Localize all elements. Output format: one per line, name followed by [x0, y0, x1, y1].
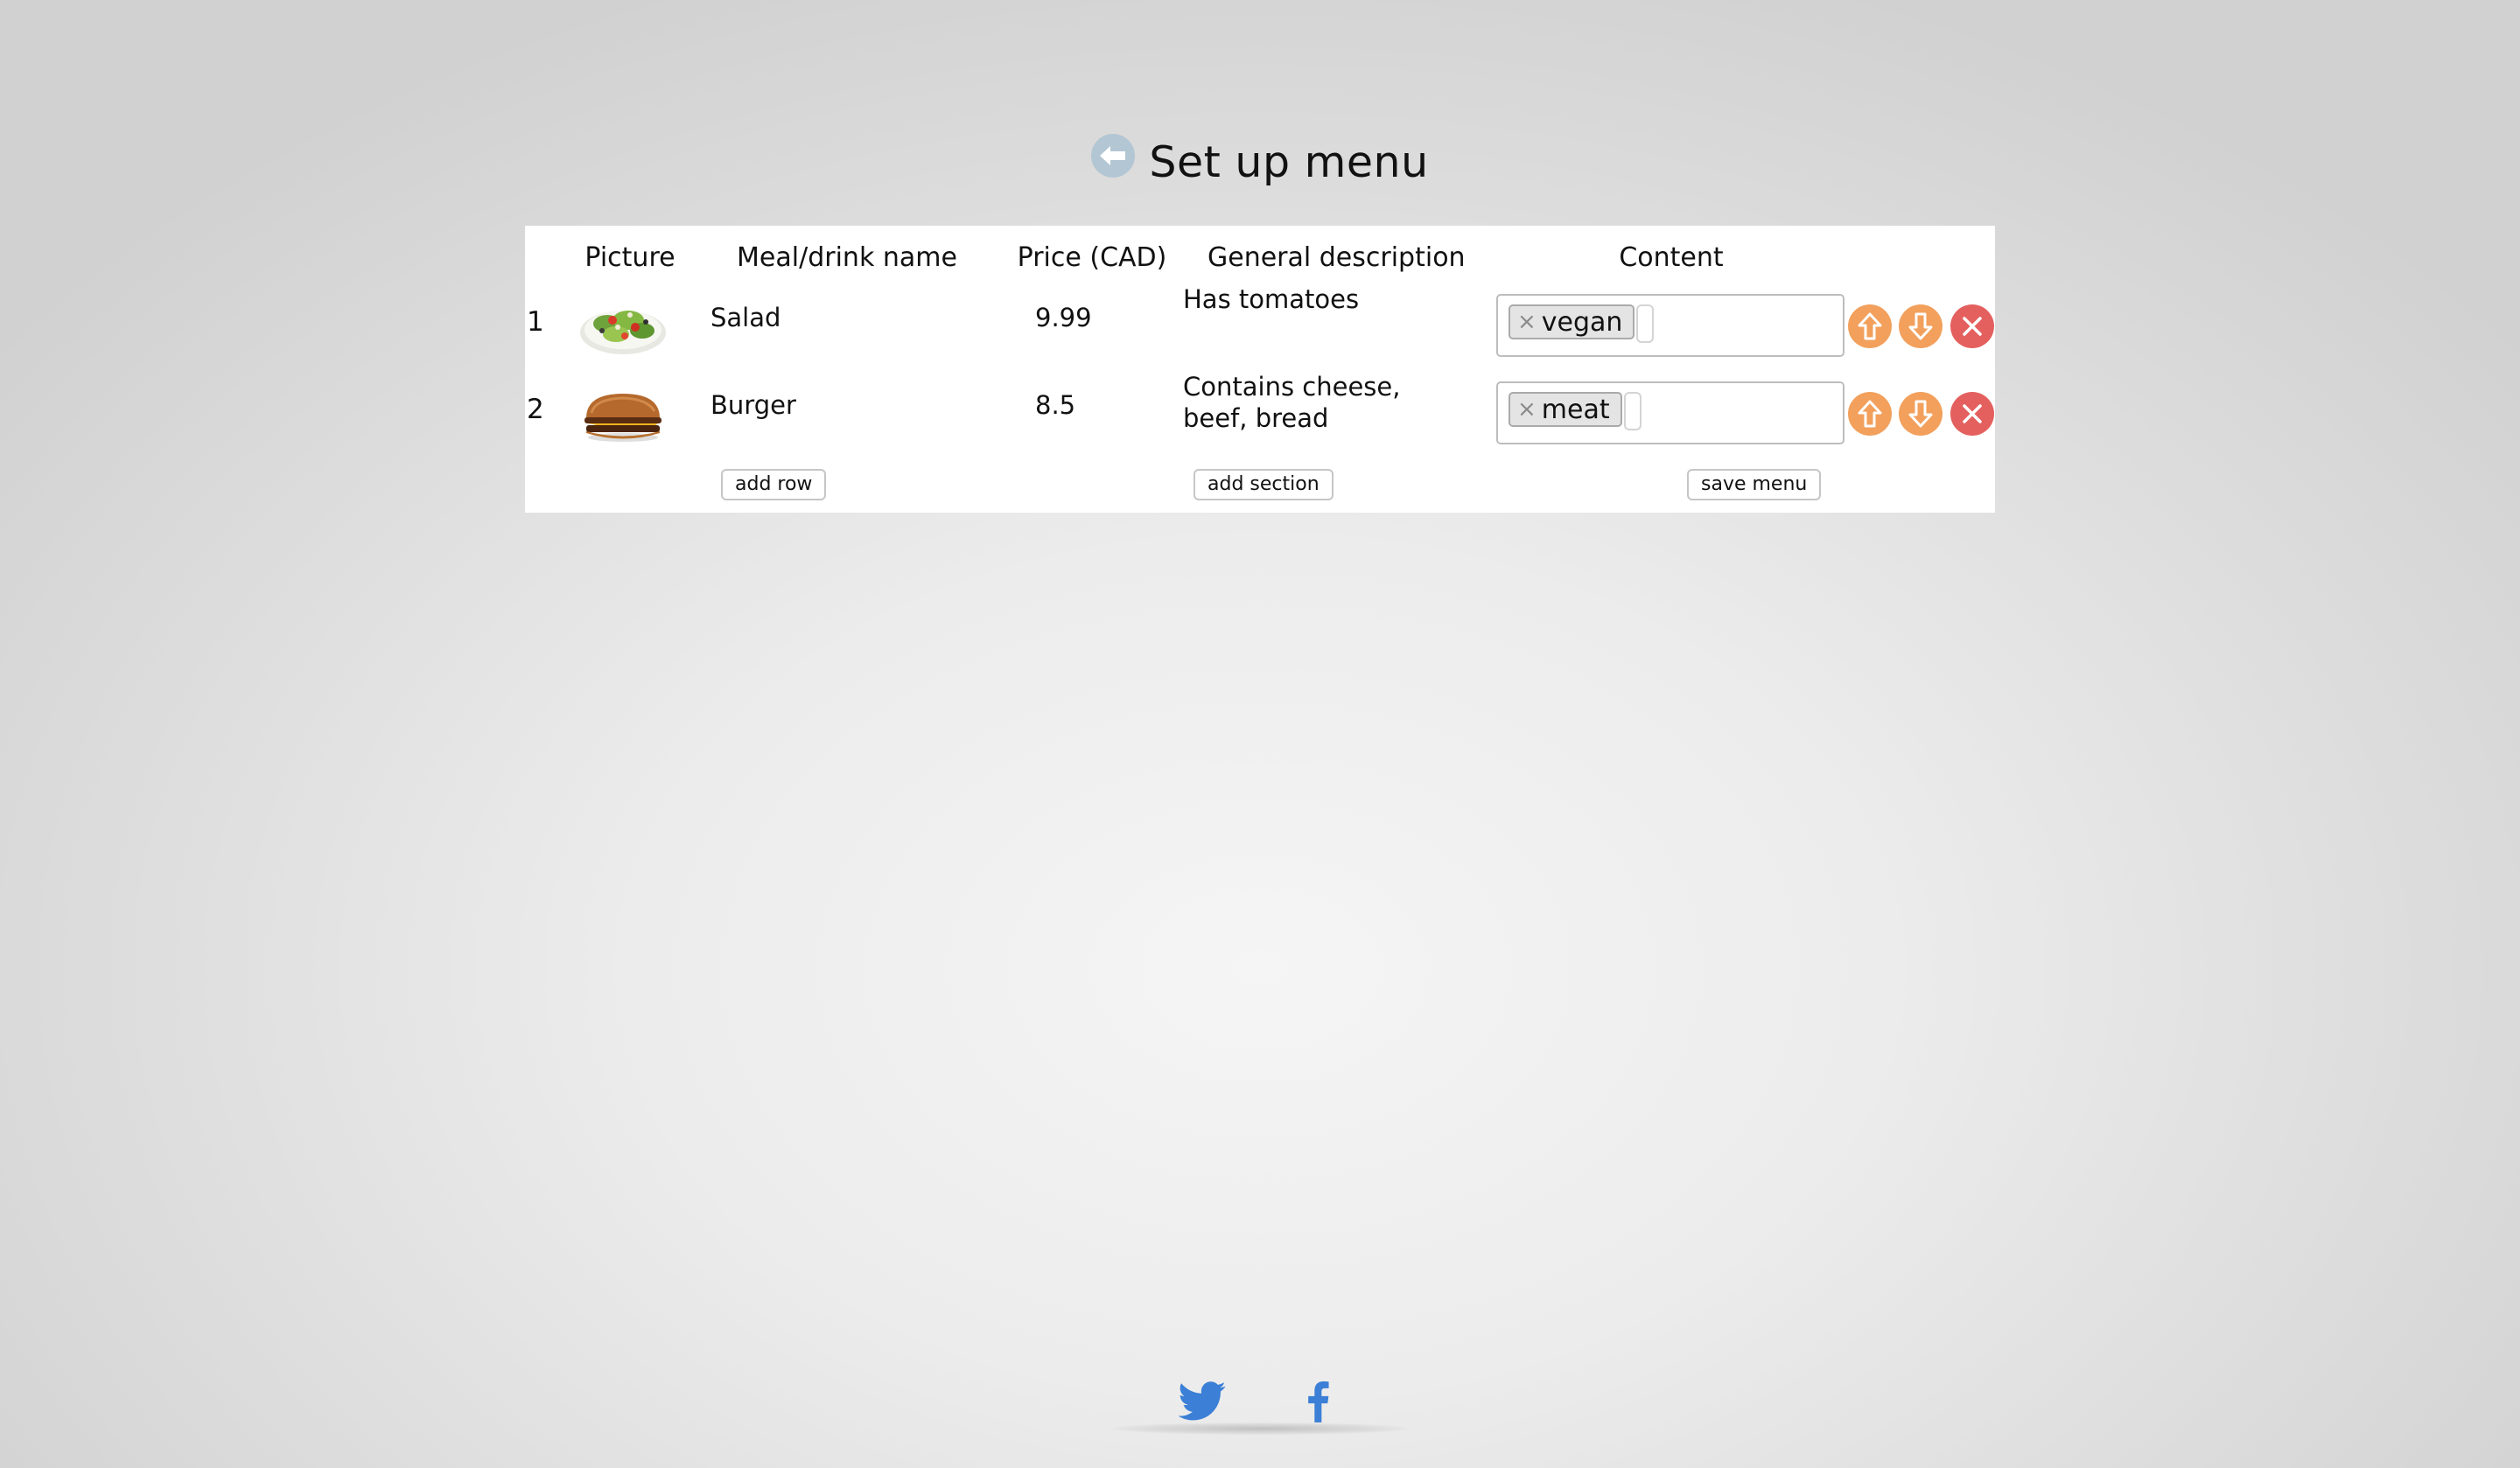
header-price: Price (CAD): [1017, 242, 1167, 273]
page-title: Set up menu: [1149, 136, 1429, 187]
header-description: General description: [1208, 242, 1466, 273]
tag-remove-icon[interactable]: ×: [1517, 309, 1536, 335]
tag-text-input[interactable]: [1624, 392, 1642, 430]
facebook-link[interactable]: [1300, 1375, 1335, 1428]
menu-table: Picture Meal/drink name Price (CAD) Gene…: [525, 226, 1995, 513]
tag-chip: × vegan: [1508, 304, 1635, 339]
salad-image[interactable]: [578, 297, 668, 357]
tag-label: meat: [1541, 394, 1610, 425]
back-button[interactable]: [1091, 134, 1136, 178]
tag-text-input[interactable]: [1636, 304, 1654, 343]
delete-row-button[interactable]: [1950, 304, 1994, 348]
meal-description[interactable]: Contains cheese, beef, bread: [1183, 371, 1472, 434]
meal-description[interactable]: Has tomatoes: [1183, 283, 1472, 315]
move-up-button[interactable]: [1848, 304, 1892, 348]
header-name: Meal/drink name: [737, 242, 957, 273]
footer-shadow: [1111, 1423, 1409, 1435]
row-number: 2: [527, 394, 544, 425]
close-icon: [1963, 404, 1982, 423]
move-up-button[interactable]: [1848, 392, 1892, 436]
save-menu-button[interactable]: save menu: [1687, 469, 1822, 500]
tag-label: vegan: [1541, 306, 1623, 338]
twitter-icon: [1178, 1381, 1226, 1421]
back-arrow-icon: [1100, 146, 1126, 165]
tag-remove-icon[interactable]: ×: [1517, 396, 1536, 423]
burger-image[interactable]: [578, 387, 668, 446]
arrow-up-icon: [1858, 312, 1882, 340]
page-header: Set up menu: [0, 131, 2520, 192]
content-tags-input[interactable]: × meat: [1496, 381, 1844, 444]
arrow-down-icon: [1908, 312, 1933, 340]
header-picture: Picture: [584, 242, 676, 273]
meal-name[interactable]: Burger: [710, 390, 796, 420]
add-section-button[interactable]: add section: [1194, 469, 1334, 500]
twitter-link[interactable]: [1174, 1375, 1230, 1428]
move-down-button[interactable]: [1899, 392, 1942, 436]
meal-name[interactable]: Salad: [710, 303, 780, 332]
row-number: 1: [527, 306, 544, 338]
meal-price[interactable]: 8.5: [1035, 390, 1075, 420]
tag-chip: × meat: [1508, 392, 1622, 427]
facebook-icon: [1308, 1381, 1329, 1423]
meal-price[interactable]: 9.99: [1035, 303, 1092, 332]
header-content: Content: [1619, 242, 1724, 273]
move-down-button[interactable]: [1899, 304, 1942, 348]
arrow-up-icon: [1858, 400, 1882, 428]
add-row-button[interactable]: add row: [721, 469, 827, 500]
delete-row-button[interactable]: [1950, 392, 1994, 436]
arrow-down-icon: [1908, 400, 1933, 428]
close-icon: [1963, 317, 1982, 336]
content-tags-input[interactable]: × vegan: [1496, 294, 1844, 357]
